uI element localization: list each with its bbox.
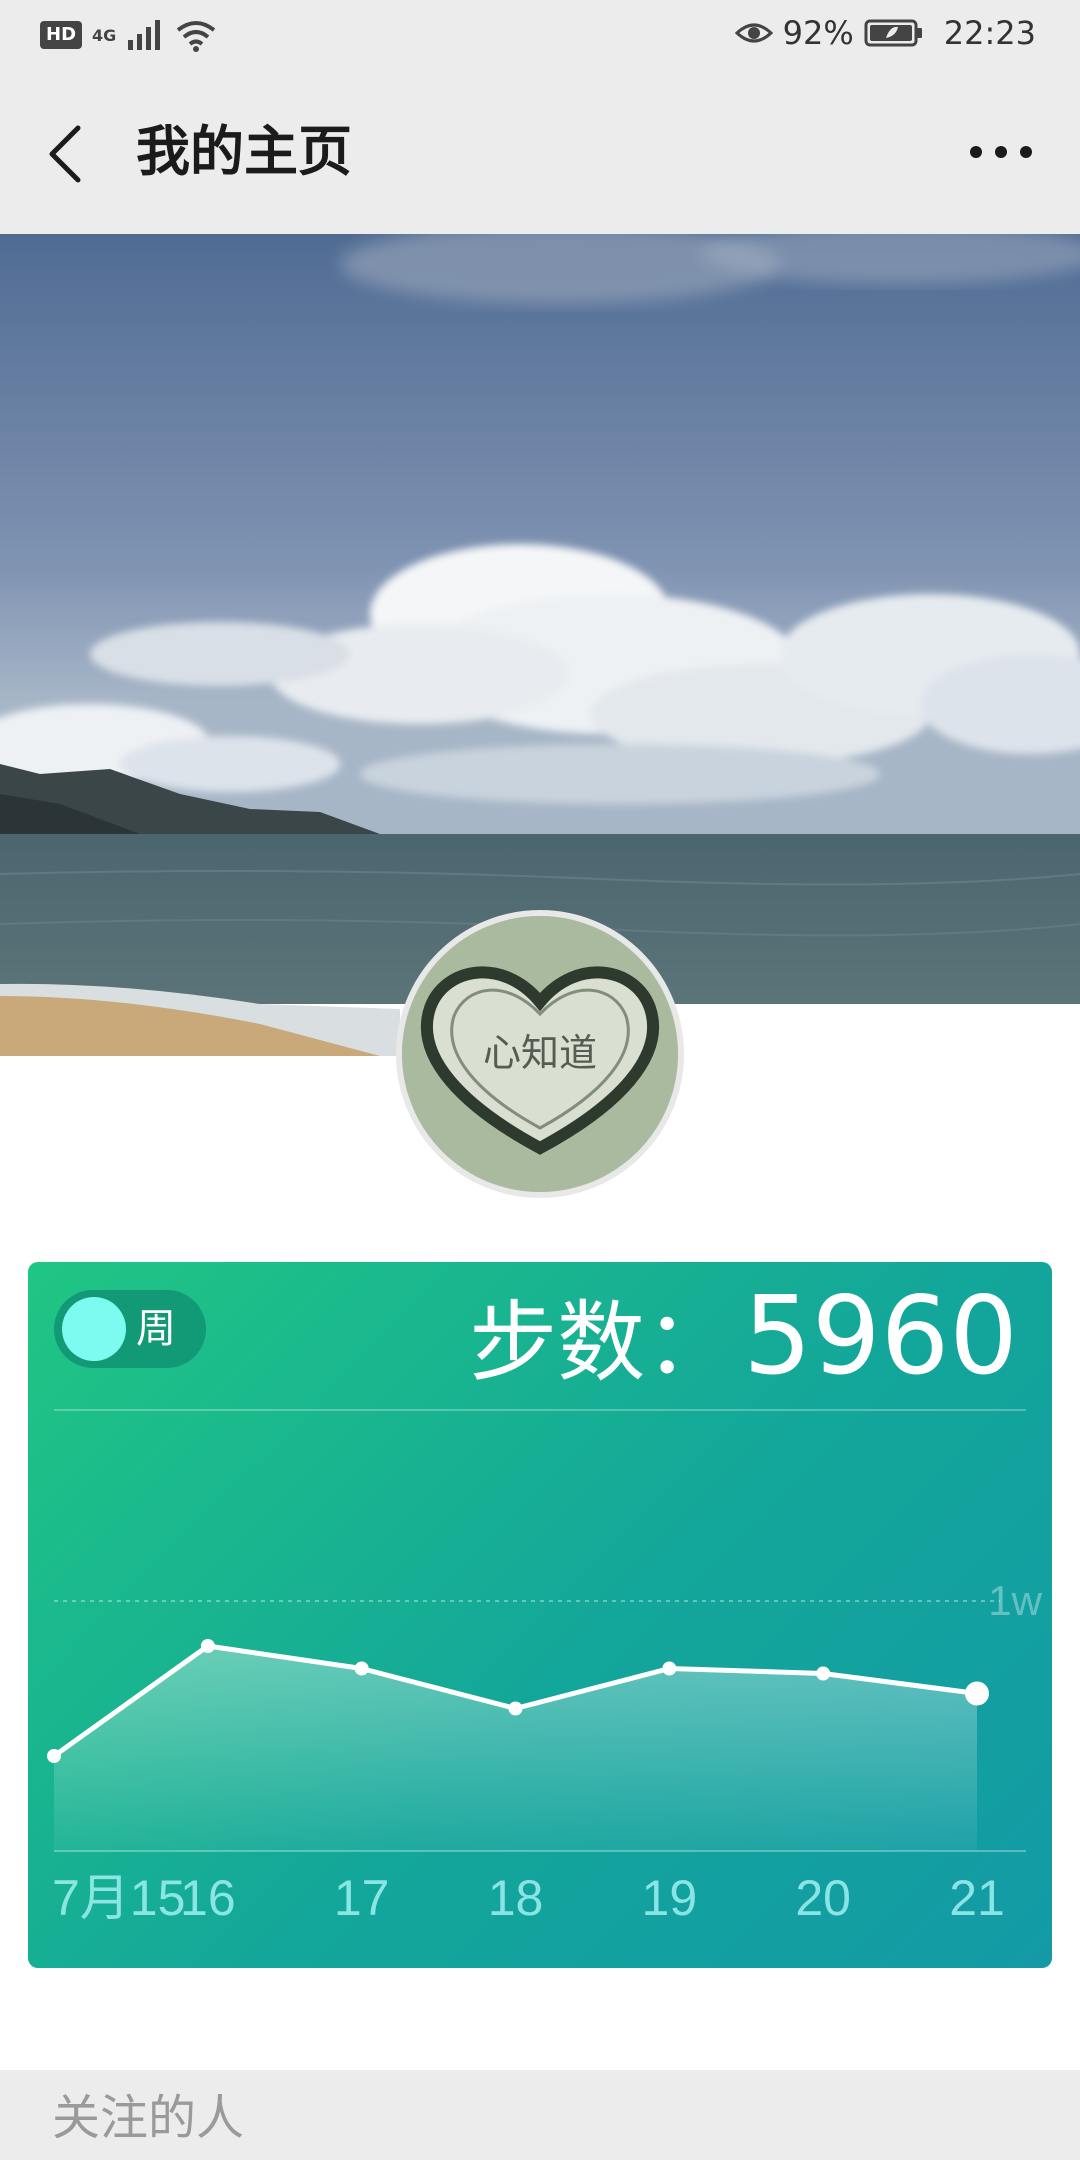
data-point	[200, 1639, 215, 1653]
app-header: 我的主页	[0, 72, 1080, 234]
back-button[interactable]	[40, 114, 100, 194]
chevron-left-icon	[49, 125, 81, 183]
signal-icon	[128, 20, 161, 50]
battery-icon	[864, 19, 922, 47]
status-bar: HD 4G 92% 22:23	[0, 0, 1080, 72]
more-dots-icon	[970, 146, 1032, 158]
x-tick-label: 7月15	[52, 1870, 185, 1926]
data-point	[662, 1661, 677, 1676]
data-point	[965, 1681, 989, 1706]
steps-card[interactable]: 周 步数：5960 1w 7月15 16 17 18 19 20 21	[28, 1262, 1052, 1968]
steps-chart: 1w 7月1516 17 18 19 20 21	[47, 1577, 1043, 1926]
eye-icon	[734, 23, 773, 43]
data-point	[816, 1666, 831, 1681]
data-point	[354, 1661, 369, 1676]
hd-icon: HD	[40, 21, 83, 49]
x-tick-label: 20	[795, 1870, 851, 1926]
clock: 22:23	[943, 14, 1036, 52]
wifi-icon	[177, 21, 216, 52]
avatar-image: 心知道	[402, 916, 678, 1192]
following-section[interactable]: 关注的人	[0, 2070, 1080, 2160]
data-point	[508, 1701, 523, 1716]
page-title: 我的主页	[136, 120, 352, 183]
data-point	[47, 1749, 61, 1763]
x-tick-label: 17	[334, 1870, 390, 1926]
x-tick-label: 16	[180, 1870, 236, 1926]
x-tick-label: 19	[642, 1870, 698, 1926]
more-button[interactable]	[966, 132, 1036, 172]
reference-label: 1w	[988, 1577, 1042, 1624]
network-type: 4G	[92, 25, 117, 45]
x-tick-label: 21	[949, 1870, 1005, 1926]
x-tick-label: 18	[488, 1870, 544, 1926]
battery-percent: 92%	[782, 14, 854, 52]
status-left-group: HD 4G	[40, 18, 216, 52]
avatar-text: 心知道	[483, 1031, 597, 1075]
following-label: 关注的人	[52, 2090, 245, 2146]
avatar[interactable]: 心知道	[396, 910, 684, 1198]
status-right-group: 92% 22:23	[734, 14, 1036, 52]
